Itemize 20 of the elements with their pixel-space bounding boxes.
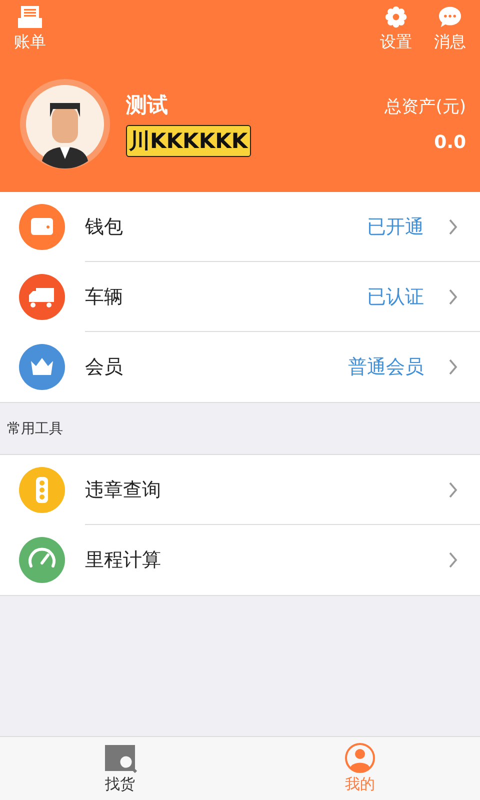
settings-icon [384, 6, 408, 28]
license-plate: 川KKKKKK [126, 125, 251, 157]
menu-row[interactable]: 钱包 已开通 [0, 192, 480, 262]
chevron-right-icon [448, 218, 458, 236]
user-name: 测试 [126, 92, 168, 119]
chevron-right-icon [448, 480, 458, 498]
chat-bubble-icon [438, 6, 462, 28]
menu-row[interactable]: 会员 普通会员 [0, 332, 480, 402]
person-icon [342, 743, 378, 773]
box-search-icon [102, 743, 138, 773]
chevron-right-icon [448, 551, 458, 569]
total-assets-value: 0.0 [434, 132, 466, 153]
total-assets-label: 总资产(元) [384, 96, 466, 118]
tab[interactable]: 找货 [0, 737, 240, 800]
menu-row[interactable]: 车辆 已认证 [0, 262, 480, 332]
menu-row[interactable]: 里程计算 [0, 525, 480, 595]
printer-icon [18, 6, 42, 28]
chevron-right-icon [448, 288, 458, 306]
chevron-right-icon [448, 358, 458, 376]
menu-row[interactable]: 违章查询 [0, 455, 480, 525]
